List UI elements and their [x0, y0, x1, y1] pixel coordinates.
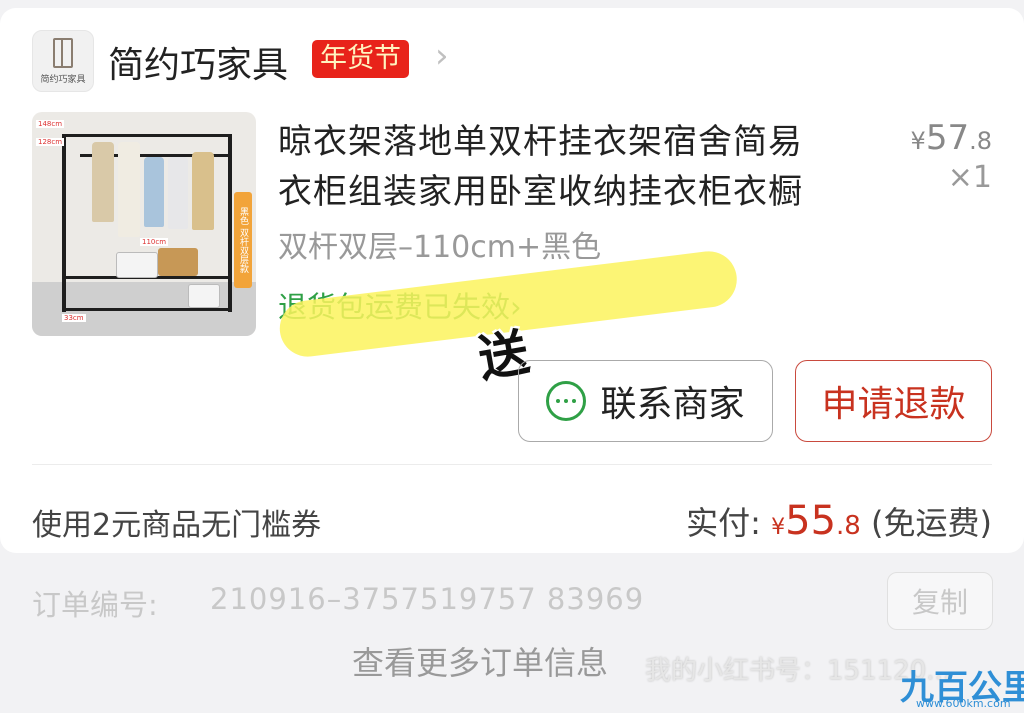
garment: [168, 157, 188, 229]
dim-label: 33cm: [62, 314, 86, 322]
dim-label: 148cm: [36, 120, 65, 128]
basket: [158, 248, 198, 276]
site-url: www.600km.com: [916, 697, 1011, 710]
chevron-right-icon[interactable]: ›: [435, 36, 449, 76]
product-image[interactable]: 148cm 128cm 110cm 33cm 黑色 双杆双层款: [32, 112, 256, 336]
color-tag: 黑色 双杆双层款: [234, 192, 252, 288]
currency-symbol: ¥: [910, 127, 926, 155]
shop-logo-text: 简约巧家具: [40, 74, 86, 85]
rack-pole-left: [62, 134, 66, 312]
product-title-line1[interactable]: 晾衣架落地单双杆挂衣架宿舍简易: [278, 114, 803, 163]
quantity: ×1: [947, 160, 992, 195]
order-number-label: 订单编号:: [32, 588, 158, 622]
garment: [144, 157, 164, 227]
garment: [92, 142, 114, 222]
paid-amount: 实付: ¥55.8 (免运费): [686, 498, 992, 544]
paid-label: 实付:: [686, 504, 761, 542]
unit-price: ¥57.8: [911, 118, 992, 158]
storage-box: [188, 284, 220, 308]
shipping-note: (免运费): [871, 504, 992, 542]
price-int: 57: [925, 118, 970, 158]
wardrobe-icon: [53, 37, 73, 68]
storage-box: [116, 252, 158, 278]
rack-shelf-lower: [62, 308, 232, 311]
paid-dec: .8: [836, 511, 861, 541]
more-order-info-link[interactable]: 查看更多订单信息: [352, 638, 608, 684]
copy-button[interactable]: 复制: [887, 572, 993, 630]
rack-bar-top: [62, 134, 232, 137]
product-title-line2[interactable]: 衣柜组装家用卧室收纳挂衣柜衣橱: [278, 164, 803, 213]
currency-symbol: ¥: [771, 515, 786, 540]
contact-seller-label: 联系商家: [600, 384, 745, 425]
dim-label: 128cm: [36, 138, 65, 146]
product-spec: 双杆双层–110cm+黑色: [278, 230, 602, 265]
divider: [32, 464, 992, 465]
shop-logo[interactable]: 简约巧家具: [32, 30, 94, 92]
festival-badge: 年货节: [312, 40, 409, 78]
garment: [192, 152, 214, 230]
garment: [118, 142, 140, 237]
coupon-text: 使用2元商品无门槛券: [32, 508, 322, 543]
request-refund-button[interactable]: 申请退款: [795, 360, 992, 442]
shop-name[interactable]: 简约巧家具: [108, 36, 288, 88]
paid-int: 55: [785, 498, 837, 544]
contact-seller-button[interactable]: 联系商家: [518, 360, 773, 442]
request-refund-label: 申请退款: [821, 384, 966, 425]
price-dec: .8: [969, 127, 992, 155]
order-number: 210916–3757519757 83969: [210, 582, 645, 616]
rack-pole-right: [228, 134, 232, 312]
chat-bubble-icon: [546, 381, 587, 421]
dim-label: 110cm: [140, 238, 169, 246]
